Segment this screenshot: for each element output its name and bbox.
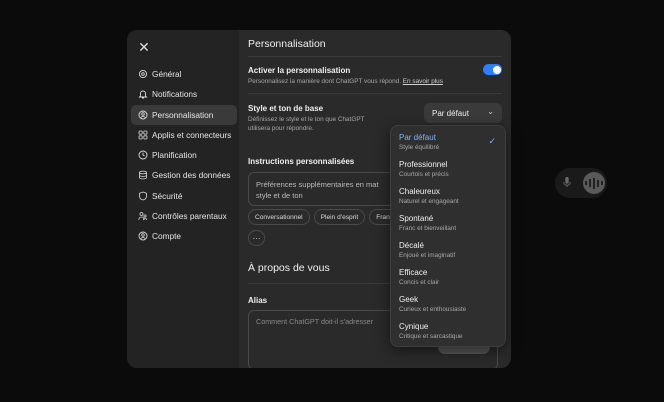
alias-label: Alias bbox=[248, 296, 268, 305]
option-title: Cynique bbox=[399, 322, 429, 331]
sidebar-item-label: Compte bbox=[152, 231, 182, 242]
option-desc: Enjoué et imaginatif bbox=[399, 251, 456, 259]
option-quirky[interactable]: Décalé Enjoué et imaginatif bbox=[391, 238, 505, 265]
sidebar-item-apps[interactable]: Applis et connecteurs bbox=[131, 125, 237, 145]
settings-nav: Général Notifications Personnalisation A… bbox=[131, 64, 237, 247]
sidebar-item-scheduling[interactable]: Planification bbox=[131, 145, 237, 165]
option-title: Professionnel bbox=[399, 160, 448, 169]
gear-icon bbox=[137, 69, 148, 80]
page-title: Personnalisation bbox=[248, 38, 326, 50]
sidebar-item-security[interactable]: Sécurité bbox=[131, 186, 237, 206]
sidebar-item-personalization[interactable]: Personnalisation bbox=[131, 104, 237, 125]
sidebar-item-general[interactable]: Général bbox=[131, 64, 237, 84]
account-icon bbox=[137, 231, 148, 242]
enable-personalization-label: Activer la personnalisation bbox=[248, 66, 351, 75]
instruction-chips: Conversationnel Plein d'esprit Fran bbox=[248, 209, 401, 225]
option-title: Décalé bbox=[399, 241, 424, 250]
option-default[interactable]: Par défaut Style équilibré ✓ bbox=[391, 130, 505, 157]
more-chips-button[interactable]: ··· bbox=[248, 230, 265, 246]
close-icon[interactable]: ✕ bbox=[137, 40, 151, 54]
parental-icon bbox=[137, 211, 148, 222]
option-warm[interactable]: Chaleureux Naturel et engageant bbox=[391, 184, 505, 211]
option-desc: Curieux et enthousiaste bbox=[399, 305, 467, 313]
shield-icon bbox=[137, 190, 148, 201]
sidebar-item-notifications[interactable]: Notifications bbox=[131, 84, 237, 104]
sidebar-item-data-controls[interactable]: Gestion des données bbox=[131, 165, 237, 185]
option-desc: Courtois et précis bbox=[399, 170, 449, 178]
style-tone-select[interactable]: Par défaut ⌄ bbox=[424, 103, 502, 123]
instructions-placeholder-line2: style et de ton bbox=[256, 191, 303, 200]
option-title: Efficace bbox=[399, 268, 428, 277]
style-desc-line1: Définissez le style et le ton que ChatGP… bbox=[248, 116, 365, 123]
option-geek[interactable]: Geek Curieux et enthousiaste bbox=[391, 292, 505, 319]
option-title: Spontané bbox=[399, 214, 434, 223]
divider bbox=[248, 56, 502, 57]
sidebar-item-label: Personnalisation bbox=[152, 109, 214, 120]
style-tone-desc: Définissez le style et le ton que ChatGP… bbox=[248, 116, 365, 133]
sidebar-item-label: Général bbox=[152, 69, 182, 79]
microphone-icon[interactable] bbox=[562, 176, 574, 190]
option-professional[interactable]: Professionnel Courtois et précis bbox=[391, 157, 505, 184]
style-tone-dropdown: Par défaut Style équilibré ✓ Professionn… bbox=[390, 125, 506, 347]
option-spontaneous[interactable]: Spontané Franc et bienveillant bbox=[391, 211, 505, 238]
option-desc: Concis et clair bbox=[399, 278, 440, 286]
sidebar-item-label: Planification bbox=[152, 150, 197, 161]
option-desc: Critique et sarcastique bbox=[399, 332, 463, 340]
bell-icon bbox=[137, 89, 148, 100]
option-desc: Naturel et engageant bbox=[399, 197, 459, 205]
style-desc-line2: utilisera pour répondre. bbox=[248, 124, 314, 132]
sidebar-item-parental-controls[interactable]: Contrôles parentaux bbox=[131, 206, 237, 226]
chip-witty[interactable]: Plein d'esprit bbox=[313, 209, 366, 225]
sidebar-item-account[interactable]: Compte bbox=[131, 226, 237, 246]
style-tone-label: Style et ton de base bbox=[248, 104, 324, 113]
sidebar-item-label: Applis et connecteurs bbox=[152, 129, 232, 140]
option-title: Chaleureux bbox=[399, 187, 440, 196]
chip-conversational[interactable]: Conversationnel bbox=[248, 209, 310, 225]
enable-desc-text: Personnalisez la manière dont ChatGPT vo… bbox=[248, 78, 401, 85]
divider bbox=[248, 93, 502, 94]
custom-instructions-label: Instructions personnalisées bbox=[248, 157, 355, 166]
apps-icon bbox=[137, 129, 148, 140]
instructions-placeholder-line1: Préférences supplémentaires en mat bbox=[256, 180, 379, 189]
option-title: Geek bbox=[399, 295, 419, 304]
option-cynical[interactable]: Cynique Critique et sarcastique bbox=[391, 319, 505, 346]
personalization-toggle[interactable] bbox=[483, 64, 502, 75]
clock-icon bbox=[137, 150, 148, 161]
chevron-down-icon: ⌄ bbox=[487, 107, 494, 116]
about-you-heading: À propos de vous bbox=[248, 262, 330, 274]
personalization-icon bbox=[137, 109, 148, 120]
style-selected-value: Par défaut bbox=[432, 108, 469, 118]
voice-mode-icon[interactable] bbox=[583, 172, 605, 194]
settings-sidebar: ✕ Général Notifications Personnalisation… bbox=[127, 30, 239, 368]
alias-placeholder: Comment ChatGPT doit-il s'adresser bbox=[256, 317, 374, 326]
sidebar-item-label: Sécurité bbox=[152, 190, 183, 201]
sidebar-item-label: Gestion des données bbox=[152, 170, 231, 181]
enable-personalization-desc: Personnalisez la manière dont ChatGPT vo… bbox=[248, 78, 443, 87]
sidebar-item-label: Contrôles parentaux bbox=[152, 211, 227, 222]
learn-more-link[interactable]: En savoir plus bbox=[403, 78, 443, 85]
database-icon bbox=[137, 170, 148, 181]
option-efficient[interactable]: Efficace Concis et clair bbox=[391, 265, 505, 292]
option-desc: Franc et bienveillant bbox=[399, 224, 457, 232]
checkmark-icon: ✓ bbox=[488, 136, 496, 146]
sidebar-item-label: Notifications bbox=[152, 89, 198, 100]
